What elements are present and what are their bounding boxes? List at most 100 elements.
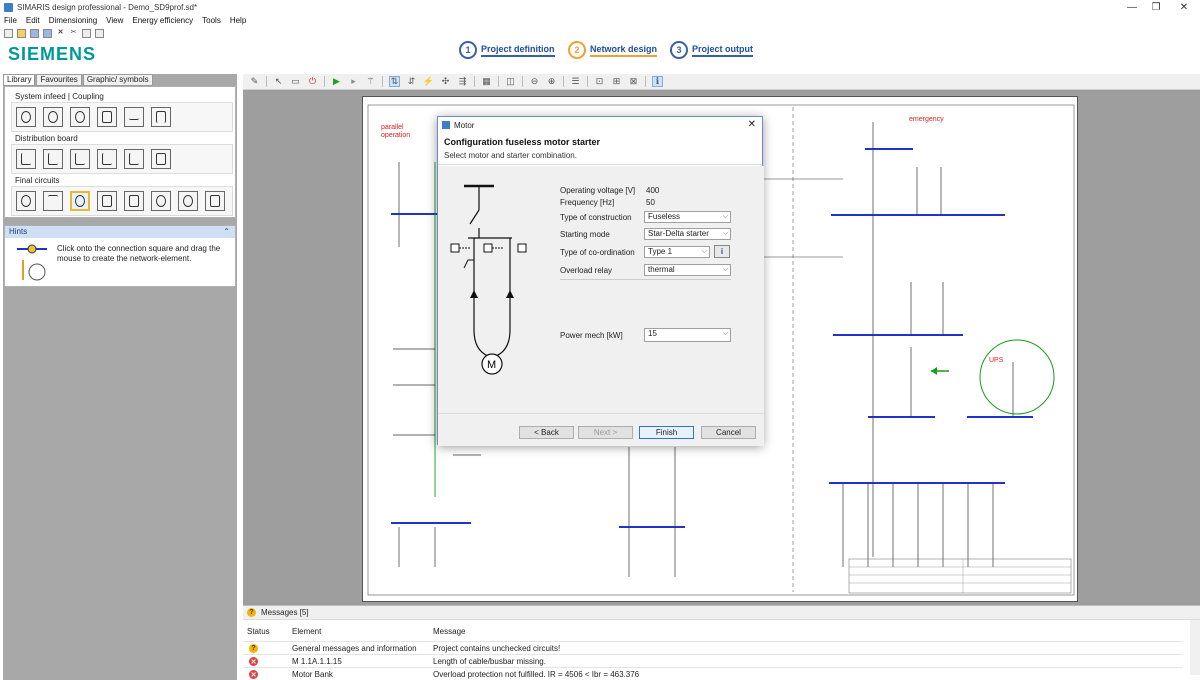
- column-element[interactable]: Element: [292, 627, 321, 636]
- wand-icon[interactable]: ⚚: [365, 76, 376, 87]
- final-circuit-p-icon[interactable]: [16, 191, 36, 211]
- zoom-out-icon[interactable]: ⊖: [529, 76, 540, 87]
- menu-tools[interactable]: Tools: [202, 16, 221, 25]
- save-icon[interactable]: [30, 28, 39, 38]
- back-button[interactable]: < Back: [519, 426, 574, 439]
- tab-library[interactable]: Library: [3, 74, 36, 86]
- open-folder-icon[interactable]: [17, 28, 26, 38]
- close-window-button[interactable]: ✕: [1170, 0, 1198, 14]
- step-project-output[interactable]: 3 Project output: [670, 38, 753, 62]
- fit-selection-icon[interactable]: ⊠: [628, 76, 639, 87]
- new-file-icon[interactable]: [4, 28, 13, 38]
- group-distribution: [11, 144, 233, 174]
- tab-favourites[interactable]: Favourites: [36, 74, 82, 86]
- coordination-info-button[interactable]: i: [714, 245, 730, 258]
- save-as-icon[interactable]: [43, 28, 52, 38]
- align-icon[interactable]: ☰: [570, 76, 581, 87]
- pin-icon[interactable]: ✎: [249, 76, 260, 87]
- coordination-label: Type of co-ordination: [560, 248, 635, 257]
- distribution-symbol-6-icon[interactable]: [151, 149, 171, 169]
- ups-symbol-icon[interactable]: [97, 107, 117, 127]
- select-area-icon[interactable]: ▭: [290, 76, 301, 87]
- maximize-button[interactable]: ❐: [1142, 0, 1170, 14]
- transformer-symbol-icon[interactable]: [16, 107, 36, 127]
- library-tabs: Library Favourites Graphic/ symbols: [3, 74, 154, 86]
- messages-header[interactable]: ? Messages [5]: [243, 606, 1200, 620]
- messages-scrollbar[interactable]: [1190, 620, 1200, 675]
- cut-icon[interactable]: ✂: [69, 29, 78, 38]
- menu-view[interactable]: View: [106, 16, 123, 25]
- fit-page-icon[interactable]: ⊡: [594, 76, 605, 87]
- dialog-title-bar: Motor ✕: [438, 117, 762, 133]
- coupling-symbol-icon[interactable]: [124, 107, 144, 127]
- info-panel-icon[interactable]: ℹ: [652, 76, 663, 87]
- separator: [498, 76, 499, 87]
- final-circuit-5-icon[interactable]: [124, 191, 144, 211]
- menu-edit[interactable]: Edit: [26, 16, 40, 25]
- step-project-definition[interactable]: 1 Project definition: [459, 38, 555, 62]
- final-circuit-8-icon[interactable]: [205, 191, 225, 211]
- separator: [382, 76, 383, 87]
- cancel-button[interactable]: Cancel: [701, 426, 756, 439]
- distribution-symbol-5-icon[interactable]: [124, 149, 144, 169]
- menu-file[interactable]: File: [4, 16, 17, 25]
- layout-vertical-icon[interactable]: ⇅: [389, 76, 400, 87]
- motor-icon: [442, 121, 450, 129]
- pointer-icon[interactable]: ↖: [273, 76, 284, 87]
- distribution-symbol-2-icon[interactable]: [43, 149, 63, 169]
- library-panel: System infeed | Coupling Distribution bo…: [4, 86, 236, 218]
- table-row[interactable]: ? General messages and information Proje…: [243, 641, 1183, 653]
- delete-icon[interactable]: ✕: [56, 29, 65, 38]
- distribution-symbol-3-icon[interactable]: [70, 149, 90, 169]
- paste-icon[interactable]: [95, 28, 104, 38]
- finish-button[interactable]: Finish: [639, 426, 694, 439]
- run-icon[interactable]: ▶: [331, 76, 342, 87]
- coordination-select[interactable]: Type 1 ⌵: [644, 246, 710, 258]
- generator-symbol-icon[interactable]: [43, 107, 63, 127]
- starting-mode-select[interactable]: Star-Delta starter ⌵: [644, 228, 731, 240]
- network-icon[interactable]: ✣: [440, 76, 451, 87]
- overload-select[interactable]: thermal ⌵: [644, 264, 731, 276]
- hints-header[interactable]: Hints ⌃: [5, 226, 235, 238]
- column-status[interactable]: Status: [247, 627, 270, 636]
- chart-icon[interactable]: ▦: [481, 76, 492, 87]
- next-button[interactable]: Next >: [578, 426, 633, 439]
- graph-dropdown-icon[interactable]: ◫: [505, 76, 516, 87]
- starting-mode-label: Starting mode: [560, 230, 610, 239]
- distribution-symbol-1-icon[interactable]: [16, 149, 36, 169]
- final-circuit-7-icon[interactable]: [178, 191, 198, 211]
- stop-icon[interactable]: ⏻: [307, 76, 318, 87]
- dialog-title: Motor: [454, 120, 475, 130]
- power-select[interactable]: 15 ⌵: [644, 328, 731, 342]
- table-row[interactable]: ✕ Motor Bank Overload protection not ful…: [243, 667, 1183, 679]
- copy-icon[interactable]: [82, 28, 91, 38]
- distribution-symbol-4-icon[interactable]: [97, 149, 117, 169]
- lightning-icon[interactable]: ⚡: [423, 76, 434, 87]
- final-circuit-4-icon[interactable]: [97, 191, 117, 211]
- tab-graphic-symbols[interactable]: Graphic/ symbols: [82, 74, 153, 86]
- group-title-distribution: Distribution board: [15, 134, 78, 143]
- menu-dimensioning[interactable]: Dimensioning: [49, 16, 97, 25]
- collapse-icon[interactable]: ⌃: [223, 226, 230, 238]
- flow-icon[interactable]: ⇵: [406, 76, 417, 87]
- close-icon[interactable]: ✕: [748, 119, 756, 130]
- chevron-down-icon: ⌵: [701, 248, 707, 255]
- zoom-in-icon[interactable]: ⊕: [546, 76, 557, 87]
- motor-symbol-icon[interactable]: [70, 191, 90, 211]
- step-network-design[interactable]: 2 Network design: [568, 38, 658, 62]
- menu-energy-efficiency[interactable]: Energy efficiency: [132, 16, 193, 25]
- table-row[interactable]: ✕ M 1.1A.1.1.15 Length of cable/busbar m…: [243, 654, 1183, 666]
- construction-select[interactable]: Fuseless ⌵: [644, 211, 731, 223]
- step-icon[interactable]: ▸: [348, 76, 359, 87]
- infeed-symbol-icon[interactable]: [70, 107, 90, 127]
- bus-coupler-symbol-icon[interactable]: [151, 107, 171, 127]
- frequency-label: Frequency [Hz]: [560, 198, 615, 207]
- menu-help[interactable]: Help: [230, 16, 246, 25]
- final-circuit-6-icon[interactable]: [151, 191, 171, 211]
- final-circuit-2-icon[interactable]: [43, 191, 63, 211]
- separator: [474, 76, 475, 87]
- column-message[interactable]: Message: [433, 627, 465, 636]
- fit-width-icon[interactable]: ⊞: [611, 76, 622, 87]
- separator: [645, 76, 646, 87]
- selectivity-icon[interactable]: ⇶: [457, 76, 468, 87]
